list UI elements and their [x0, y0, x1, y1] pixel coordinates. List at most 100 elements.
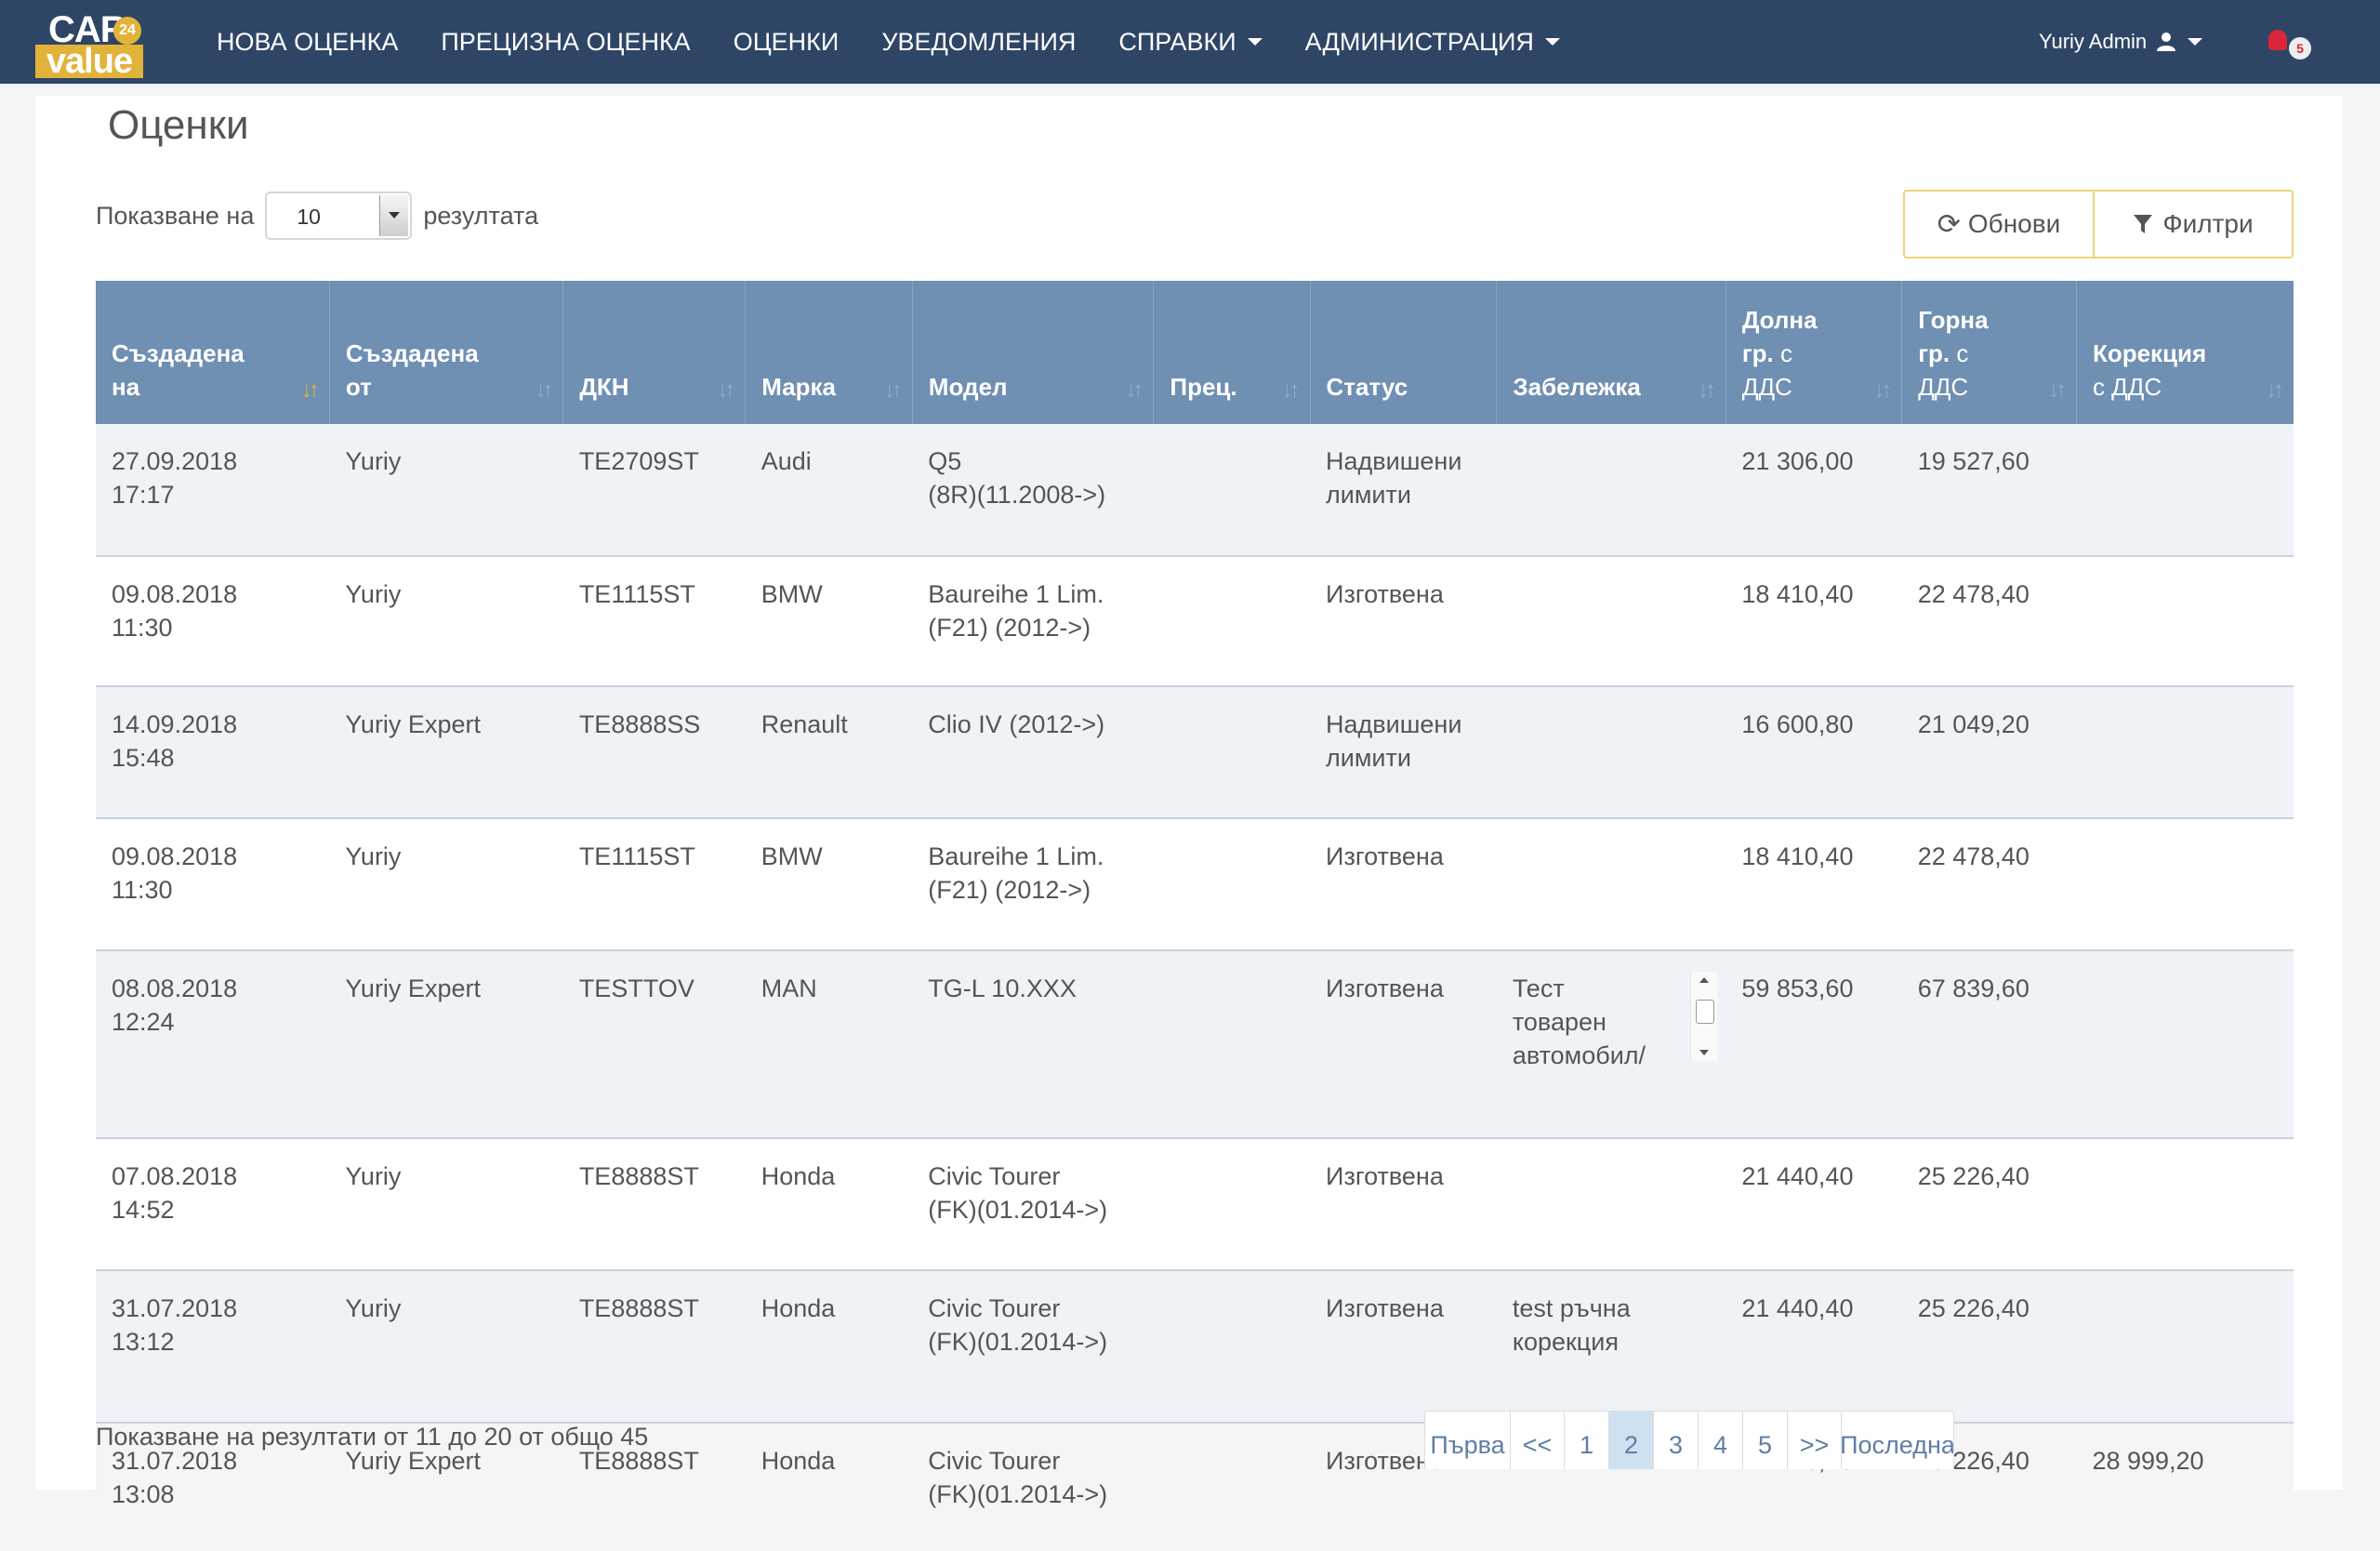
- column-header-lower-limit[interactable]: Долна гр. с ДДС ↓↑: [1726, 281, 1903, 424]
- sort-icon[interactable]: ↓↑: [717, 374, 735, 407]
- table-cell: Civic Tourer (FK)(01.2014->): [912, 1138, 1154, 1271]
- pagination-5[interactable]: 5: [1743, 1412, 1788, 1469]
- logo-badge: 24: [113, 17, 141, 45]
- table-cell: Renault: [745, 686, 913, 819]
- scroll-down-icon[interactable]: [1699, 1050, 1710, 1055]
- pagination-4[interactable]: 4: [1699, 1412, 1743, 1469]
- scroll-up-icon[interactable]: [1699, 977, 1710, 983]
- user-icon: [2157, 33, 2176, 51]
- cell-created-on: 07.08.2018: [112, 1162, 238, 1190]
- sort-icon[interactable]: ↓↑: [1873, 374, 1892, 407]
- filter-button[interactable]: Филтри: [2095, 190, 2294, 258]
- table-cell: Изготвена: [1310, 1270, 1497, 1424]
- table-row[interactable]: 09.08.2018 11:30 Yuriy TE1115ST BMW Baureihe …: [96, 818, 2294, 951]
- table-row[interactable]: 27.09.2018 17:17 Yuriy TE2709ST Audi Q5 (8R)(1…: [96, 424, 2294, 557]
- dropdown-arrow-icon[interactable]: [379, 195, 409, 236]
- cell-created-on: 09.08.2018: [112, 580, 238, 608]
- cell-created-by: Yuriy: [345, 447, 402, 475]
- cell-created-on: 13:12: [112, 1328, 175, 1356]
- table-row[interactable]: 07.08.2018 14:52 Yuriy TE8888ST Honda Civic T…: [96, 1138, 2294, 1271]
- sort-desc-icon[interactable]: ↓↑: [301, 374, 320, 407]
- table-cell: Baureihe 1 Lim. (F21) (2012->): [912, 818, 1154, 951]
- pagination-2[interactable]: 2: [1609, 1412, 1654, 1469]
- column-header-created-on[interactable]: Създадена на ↓↑: [96, 281, 330, 424]
- cell-created-by: Yuriy Expert: [345, 710, 481, 738]
- nav-reports[interactable]: СПРАВКИ: [1118, 27, 1263, 57]
- nav-precise-valuation[interactable]: ПРЕЦИЗНА ОЦЕНКА: [441, 28, 690, 57]
- user-menu[interactable]: Yuriy Admin: [2039, 0, 2203, 84]
- table-row[interactable]: 08.08.2018 12:24 Yuriy Expert TESTTOV MAN TG-…: [96, 950, 2294, 1139]
- table-cell: TE1115ST: [562, 818, 746, 951]
- sort-icon[interactable]: ↓↑: [535, 374, 553, 407]
- column-header-note[interactable]: Забележка ↓↑: [1496, 281, 1726, 424]
- table-row[interactable]: 31.07.2018 13:12 Yuriy TE8888ST Honda Civic T…: [96, 1270, 2294, 1424]
- nav-valuations[interactable]: ОЦЕНКИ: [734, 28, 840, 57]
- sort-icon[interactable]: ↓↑: [884, 374, 903, 407]
- nav-administration[interactable]: АДМИНИСТРАЦИЯ: [1305, 28, 1560, 57]
- sort-icon[interactable]: ↓↑: [1282, 374, 1301, 407]
- pagination-3[interactable]: 3: [1654, 1412, 1699, 1469]
- cell-make: Honda: [760, 1294, 836, 1322]
- column-header-dkn[interactable]: ДКН ↓↑: [562, 281, 747, 424]
- column-header-model[interactable]: Модел ↓↑: [912, 281, 1155, 424]
- logo-text-value: value: [35, 44, 143, 79]
- table-cell: TG-L 10.XXX: [912, 950, 1154, 1139]
- cell-model: (8R)(11.2008->): [928, 481, 1106, 509]
- page-size-select[interactable]: 10: [265, 192, 413, 240]
- table-cell: [1496, 1138, 1726, 1271]
- table-cell: [1496, 686, 1726, 819]
- cell-model: (FK)(01.2014->): [928, 1196, 1108, 1224]
- cell-created-on: 14.09.2018: [112, 710, 238, 738]
- notifications-button[interactable]: 5: [2268, 28, 2311, 65]
- cell-dkn: TESTTOV: [578, 974, 694, 1002]
- sort-icon[interactable]: ↓↑: [1698, 374, 1716, 407]
- cell-status: Изготвена: [1326, 974, 1444, 1002]
- note-textarea[interactable]: test ръчна корекция: [1513, 1292, 1711, 1359]
- column-header-created-by[interactable]: Създадена от ↓↑: [329, 281, 564, 424]
- table-cell: Honda: [745, 1423, 913, 1551]
- table-cell: 21 440,40: [1726, 1270, 1902, 1424]
- brand-logo[interactable]: CAR 24 value: [35, 9, 147, 79]
- sort-icon[interactable]: ↓↑: [1125, 374, 1144, 407]
- header-line: Корекция: [2092, 339, 2207, 367]
- table-cell: Изготвена: [1310, 818, 1497, 951]
- cell-created-by: Yuriy: [345, 1162, 402, 1190]
- header-line: на: [112, 373, 140, 401]
- cell-status: лимити: [1326, 744, 1411, 772]
- scroll-thumb[interactable]: [1696, 1000, 1715, 1024]
- table-cell: 21 049,20: [1901, 686, 2077, 819]
- table-cell: 18 410,40: [1726, 818, 1902, 951]
- pagination-1[interactable]: 1: [1565, 1412, 1609, 1469]
- table-cell: 16 600,80: [1726, 686, 1902, 819]
- nav-notifications[interactable]: УВЕДОМЛЕНИЯ: [881, 28, 1076, 57]
- scrollbar[interactable]: [1690, 972, 1718, 1061]
- column-header-precise[interactable]: Прец. ↓↑: [1153, 281, 1311, 424]
- header-line: гр.: [1741, 339, 1774, 367]
- table-row[interactable]: 14.09.2018 15:48 Yuriy Expert TE8888SS Renau…: [96, 686, 2294, 819]
- table-cell: [2076, 686, 2294, 819]
- column-header-status[interactable]: Статус: [1310, 281, 1498, 424]
- column-header-make[interactable]: Марка ↓↑: [745, 281, 913, 424]
- column-header-upper-limit[interactable]: Горна гр. с ДДС ↓↑: [1901, 281, 2077, 424]
- pagination-next[interactable]: >>: [1788, 1412, 1842, 1469]
- table-cell: [2076, 556, 2294, 687]
- pagination-prev[interactable]: <<: [1511, 1412, 1565, 1469]
- refresh-icon: ⟳: [1937, 208, 1961, 240]
- column-header-correction[interactable]: Корекция с ДДС ↓↑: [2076, 281, 2294, 424]
- pagination-last[interactable]: Последна: [1840, 1412, 1953, 1469]
- table-cell: Baureihe 1 Lim. (F21) (2012->): [912, 556, 1154, 687]
- sort-icon[interactable]: ↓↑: [2048, 374, 2067, 407]
- nav-new-valuation[interactable]: НОВА ОЦЕНКА: [217, 28, 398, 57]
- sort-icon[interactable]: ↓↑: [2266, 374, 2284, 407]
- table-cell: [1153, 424, 1311, 557]
- refresh-button[interactable]: ⟳ Обнови: [1903, 190, 2095, 258]
- table-cell: Yuriy: [329, 818, 563, 951]
- note-textarea[interactable]: Тест товарен автомобил/: [1513, 972, 1718, 1072]
- table-cell: Yuriy: [329, 1138, 563, 1271]
- cell-model: (FK)(01.2014->): [928, 1328, 1108, 1356]
- pagination-first[interactable]: Първа: [1425, 1412, 1511, 1469]
- table-row[interactable]: 09.08.2018 11:30 Yuriy TE1115ST BMW Baureihe …: [96, 556, 2294, 687]
- nav-reports-label: СПРАВКИ: [1118, 27, 1236, 56]
- table-cell: Изготвена: [1310, 1138, 1497, 1271]
- table-cell: 09.08.2018 11:30: [96, 556, 330, 687]
